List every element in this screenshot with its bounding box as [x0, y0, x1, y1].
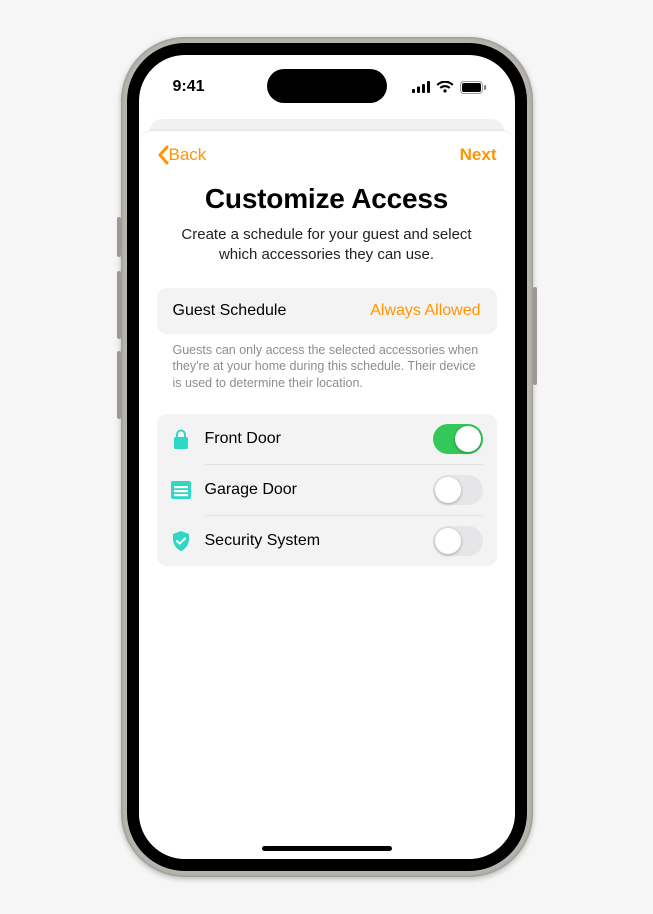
back-label: Back: [169, 145, 207, 165]
accessory-label: Security System: [205, 532, 421, 550]
iphone-frame: 9:41: [121, 37, 533, 877]
status-time: 9:41: [173, 78, 205, 96]
page-title: Customize Access: [157, 183, 497, 215]
accessory-row: Garage Door: [157, 465, 497, 515]
action-button: [117, 217, 121, 257]
accessory-label: Front Door: [205, 430, 421, 448]
wifi-icon: [436, 81, 454, 93]
power-button: [533, 287, 537, 385]
schedule-value: Always Allowed: [370, 302, 480, 320]
toggle-knob: [455, 426, 481, 452]
next-button[interactable]: Next: [460, 145, 497, 165]
dynamic-island: [267, 69, 387, 103]
battery-icon: [460, 81, 487, 94]
page-subtitle: Create a schedule for your guest and sel…: [157, 225, 497, 266]
garage-icon: [169, 478, 193, 502]
schedule-label: Guest Schedule: [173, 302, 287, 320]
chevron-left-icon: [157, 145, 169, 165]
accessory-toggle[interactable]: [433, 526, 483, 556]
cellular-icon: [412, 81, 430, 93]
shield-icon: [169, 529, 193, 553]
accessory-label: Garage Door: [205, 481, 421, 499]
status-right: [412, 81, 487, 94]
accessory-list: Front Door Garage Door Security System: [157, 414, 497, 566]
accessory-toggle[interactable]: [433, 475, 483, 505]
volume-down-button: [117, 351, 121, 419]
home-indicator[interactable]: [262, 846, 392, 851]
toggle-knob: [435, 477, 461, 503]
guest-schedule-row[interactable]: Guest Schedule Always Allowed: [157, 288, 497, 334]
schedule-footnote: Guests can only access the selected acce…: [157, 334, 497, 411]
nav-bar: Back Next: [157, 145, 497, 165]
toggle-knob: [435, 528, 461, 554]
lock-icon: [169, 427, 193, 451]
accessory-toggle[interactable]: [433, 424, 483, 454]
accessory-row: Front Door: [157, 414, 497, 464]
back-button[interactable]: Back: [157, 145, 207, 165]
screen: 9:41: [139, 55, 515, 859]
volume-up-button: [117, 271, 121, 339]
sheet: Back Next Customize Access Create a sche…: [139, 131, 515, 859]
schedule-card: Guest Schedule Always Allowed: [157, 288, 497, 334]
bezel: 9:41: [127, 43, 527, 871]
accessory-row: Security System: [157, 516, 497, 566]
